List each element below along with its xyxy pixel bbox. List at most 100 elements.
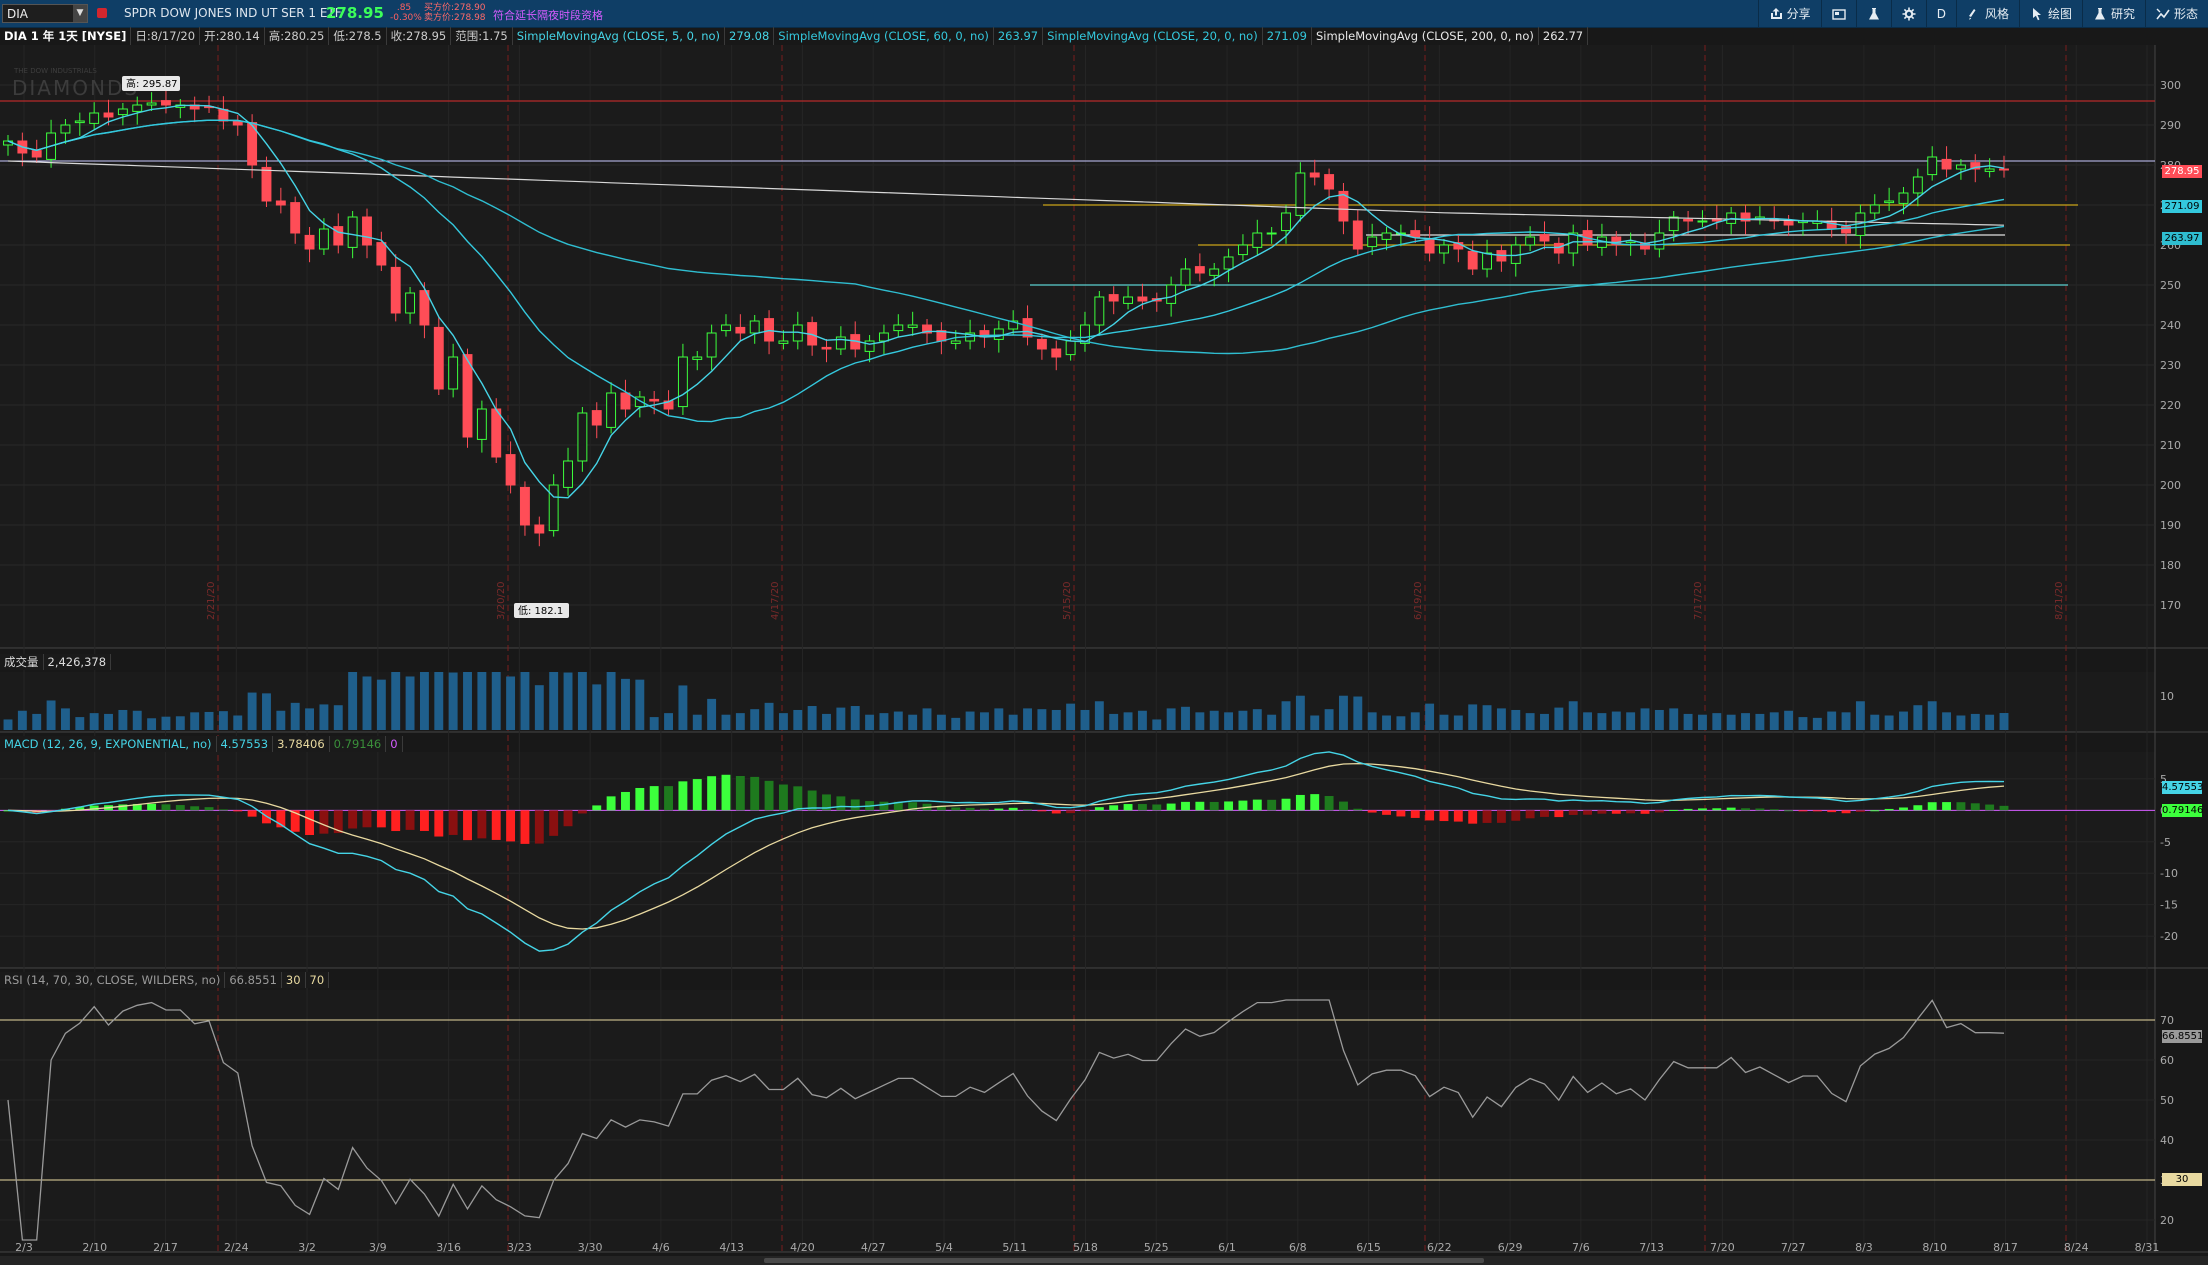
card-icon xyxy=(1831,8,1846,20)
volume-bar xyxy=(1913,705,1923,730)
candle-body xyxy=(1151,298,1162,302)
studies-button[interactable]: 研究 xyxy=(2081,0,2145,27)
candle-body xyxy=(1094,296,1105,326)
macd-histogram-bar xyxy=(1899,807,1908,811)
volume-bar xyxy=(147,718,157,730)
candle-body xyxy=(677,356,688,408)
flask-button[interactable] xyxy=(1855,0,1891,27)
macd-histogram-bar xyxy=(506,810,516,842)
top-toolbar: DIA ▼ SPDR DOW JONES IND UT SER 1 ETF 27… xyxy=(0,0,2208,28)
volume-bar xyxy=(692,714,702,730)
macd-histogram-bar xyxy=(577,810,587,814)
volume-bar xyxy=(764,702,774,730)
price-tick-label: 190 xyxy=(2160,519,2181,532)
volume-bar xyxy=(735,713,745,730)
candle-body xyxy=(1237,244,1248,256)
volume-label[interactable]: 成交量 xyxy=(0,654,44,670)
symbol-input[interactable]: DIA ▼ xyxy=(2,4,88,23)
price-chart[interactable]: THE DOW INDUSTRIALS DIAMONDS 30029028027… xyxy=(0,0,2208,1265)
candle-body xyxy=(519,486,530,526)
volume-bar xyxy=(190,712,200,730)
macd-histogram-bar xyxy=(549,810,559,836)
candle-body xyxy=(1381,232,1392,240)
macd-label[interactable]: MACD (12, 26, 9, EXPONENTIAL, no) xyxy=(0,736,217,752)
patterns-button[interactable]: 形态 xyxy=(2144,0,2208,27)
candle-body xyxy=(1798,220,1808,224)
macd-histogram-bar xyxy=(218,809,228,811)
volume-bar xyxy=(1712,713,1722,730)
macd-histogram-bar xyxy=(1841,810,1851,814)
candle-body xyxy=(993,328,1004,340)
toolbar-tools: 分享 D 风格 绘图 研究 形态 xyxy=(1757,0,2208,27)
volume-bar xyxy=(1094,701,1104,730)
drawing-button[interactable]: 绘图 xyxy=(2018,0,2082,27)
card-button[interactable] xyxy=(1820,0,1856,27)
rsi-label[interactable]: RSI (14, 70, 30, CLOSE, WILDERS, no) xyxy=(0,972,226,988)
volume-bar xyxy=(1611,711,1621,730)
volume-bar xyxy=(233,715,243,730)
macd-histogram-bar xyxy=(1195,801,1205,811)
sma5-label[interactable]: SimpleMovingAvg (CLOSE, 5, 0, no) xyxy=(513,27,726,45)
volume-bar xyxy=(1697,714,1707,730)
period-button[interactable]: D xyxy=(1925,0,1956,27)
date-tick-label: 7/20 xyxy=(1710,1241,1735,1254)
ask-price: 卖方价:278.98 xyxy=(424,13,486,23)
macd-histogram-bar xyxy=(1310,794,1320,811)
chevron-down-icon[interactable]: ▼ xyxy=(73,5,87,22)
macd-study xyxy=(0,751,2155,952)
volume-bar xyxy=(1798,717,1808,730)
macd-histogram-bar xyxy=(1137,804,1147,811)
sma20-label[interactable]: SimpleMovingAvg (CLOSE, 20, 0, no) xyxy=(1043,27,1263,45)
volume-bar xyxy=(635,679,645,730)
volume-bar xyxy=(1037,709,1047,730)
macd-histogram-bar xyxy=(391,810,401,832)
share-button[interactable]: 分享 xyxy=(1757,0,1821,27)
rsi-os-tag: 30 xyxy=(2162,1173,2202,1186)
sma5-value: 279.08 xyxy=(725,27,775,45)
candle-body xyxy=(548,484,559,532)
sma60-label[interactable]: SimpleMovingAvg (CLOSE, 60, 0, no) xyxy=(774,27,994,45)
rsi-tick-label: 70 xyxy=(2160,1014,2174,1027)
macd-histogram-bar xyxy=(161,804,171,811)
macd-histogram-bar xyxy=(778,784,788,811)
volume-bar xyxy=(1568,701,1578,730)
candle-body xyxy=(1697,220,1708,223)
volume-bar xyxy=(419,672,429,730)
net-change: .85 xyxy=(396,3,412,13)
rsi-os: 70 xyxy=(305,972,330,988)
axes: 3002902802702602502402302202102001901801… xyxy=(15,79,2181,1254)
macd-histogram-bar xyxy=(477,810,487,839)
candle-body xyxy=(1711,218,1722,222)
link-color-icon[interactable] xyxy=(97,8,107,18)
patterns-label: 形态 xyxy=(2173,7,2198,21)
volume-bar xyxy=(1410,712,1420,730)
style-button[interactable]: 风格 xyxy=(1955,0,2019,27)
candle-body xyxy=(1539,234,1550,242)
volume-bar xyxy=(850,706,860,730)
macd-histogram-bar xyxy=(635,787,645,811)
volume-bars xyxy=(3,672,2009,730)
candle-body xyxy=(1022,318,1033,338)
volume-label-bar: 成交量 2,426,378 xyxy=(0,654,112,670)
volume-bar xyxy=(448,672,458,730)
candle-body xyxy=(1855,212,1866,236)
candle-body xyxy=(1367,236,1378,248)
volume-bar xyxy=(262,693,271,730)
macd-histogram-bar xyxy=(60,808,70,811)
candle-body xyxy=(60,124,71,134)
candle-body xyxy=(1338,190,1349,222)
macd-histogram-bar xyxy=(692,779,702,811)
volume-bar xyxy=(721,714,731,730)
sma200-label[interactable]: SimpleMovingAvg (CLOSE, 200, 0, no) xyxy=(1312,27,1539,45)
macd-histogram-bar xyxy=(721,774,731,811)
settings-button[interactable] xyxy=(1890,0,1926,27)
scrollbar-thumb[interactable] xyxy=(764,1258,1484,1263)
candle-body xyxy=(864,340,875,352)
flask-icon xyxy=(1868,7,1879,19)
gear-icon xyxy=(1902,7,1916,20)
volume-bar xyxy=(1927,701,1937,730)
macd-histogram-bar xyxy=(1525,810,1535,819)
candle-body xyxy=(1955,164,1966,170)
macd-histogram-bar xyxy=(1410,810,1420,818)
candle-body xyxy=(362,216,372,246)
